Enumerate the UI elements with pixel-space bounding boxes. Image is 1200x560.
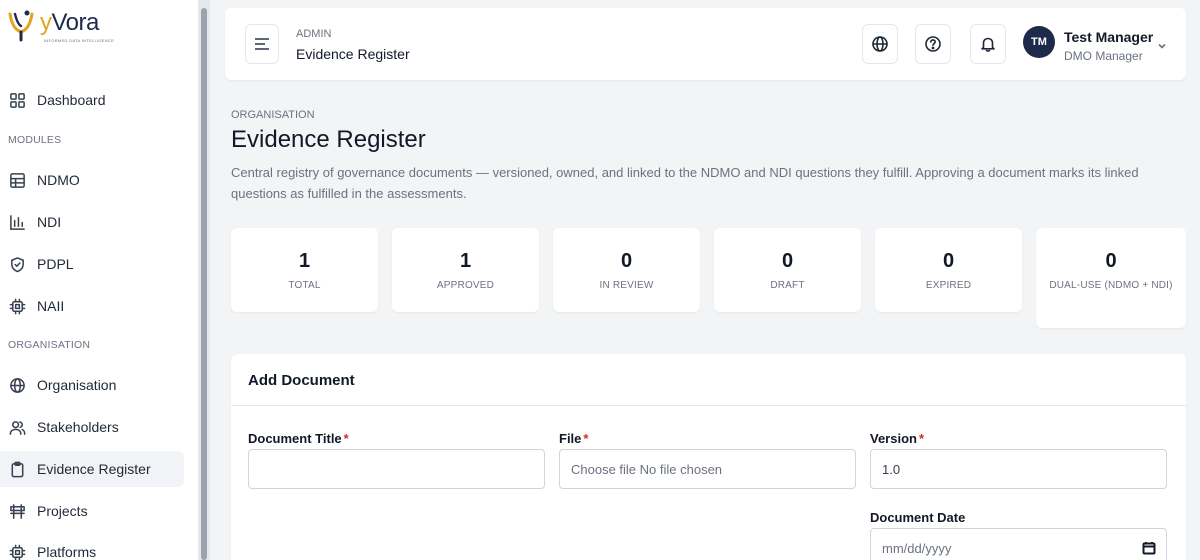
sidebar-item-dashboard[interactable]: Dashboard [0,82,184,118]
card-title: Add Document [248,372,355,389]
sidebar-item-label: Platforms [37,544,97,560]
stat-card-approved: 1 APPROVED [392,228,539,312]
help-circle-icon [925,36,941,52]
stat-value: 0 [781,250,794,272]
sidebar-item-pdpl[interactable]: PDPL [0,246,184,282]
stat-label: IN REVIEW [599,280,654,291]
stat-card-in-review: 0 IN REVIEW [553,228,700,312]
user-name[interactable]: Test Manager [1064,29,1153,45]
language-button[interactable] [862,24,898,64]
sidebar-item-ndmo[interactable]: NDMO [0,162,184,198]
required-marker: * [918,431,925,446]
user-role: DMO Manager [1064,49,1143,63]
document-title-input[interactable] [260,461,533,477]
stat-value: 1 [459,250,472,272]
version-label: Version * [870,431,925,446]
page-title: Evidence Register [231,126,426,153]
required-marker: * [583,431,589,446]
sidebar-item-label: NDI [37,214,62,230]
sidebar-item-platforms[interactable]: Platforms [0,534,184,560]
sidebar-item-label: Stakeholders [37,419,119,435]
help-button[interactable] [915,24,951,64]
document-date-placeholder: mm/dd/yyyy [882,540,952,556]
yvora-logo-icon [8,10,34,42]
file-label: File * [559,431,589,446]
grid-table-icon [8,171,26,189]
card-divider [231,405,1186,406]
stat-card-draft: 0 DRAFT [714,228,861,312]
required-marker: * [343,431,349,446]
sidebar-item-stakeholders[interactable]: Stakeholders [0,409,184,445]
add-document-card: Add Document Document Title * File * Choos… [231,354,1186,560]
top-header: ADMIN Evidence Register TM Test Manager … [225,8,1186,80]
users-icon [8,418,26,436]
stat-card-total: 1 TOTAL [231,228,378,312]
sidebar-item-label: Projects [37,503,88,519]
brand-name: yVora [40,9,99,36]
sidebar-item-projects[interactable]: Projects [0,493,184,529]
user-avatar[interactable]: TM [1023,26,1055,58]
chevron-down-icon [1158,43,1166,49]
brand-tagline: INFORMED DATA INTELLIGENCE [44,38,115,43]
bell-icon [981,37,995,52]
stat-value: 0 [620,250,633,272]
document-title-label: Document Title * [248,431,349,446]
clipboard-icon [8,460,26,478]
stat-value: 0 [1105,250,1117,272]
section-label-organisation: ORGANISATION [8,339,91,351]
notifications-button[interactable] [970,24,1006,64]
document-date-label: Document Date [870,510,966,525]
stat-label: DUAL-USE (NDMO + NDI) [1049,280,1173,291]
sidebar-item-label: Organisation [37,377,117,393]
file-picker-text: Choose file No file chosen [571,461,723,477]
sidebar-item-label: Evidence Register [37,461,151,477]
breadcrumb-parent: ADMIN [296,28,332,40]
sidebar-item-evidence-register[interactable]: Evidence Register [0,451,184,487]
sidebar-item-organisation[interactable]: Organisation [0,367,184,403]
stat-value: 0 [942,250,955,272]
calendar-icon[interactable] [1142,541,1156,555]
breadcrumb-current: Evidence Register [296,46,410,62]
menu-toggle-button[interactable] [245,24,279,64]
file-picker[interactable]: Choose file No file chosen [559,449,856,489]
sidebar-scrollbar-thumb[interactable] [201,8,207,560]
sidebar: yVora INFORMED DATA INTELLIGENCE Dashboa… [0,0,198,560]
bar-chart-icon [8,213,26,231]
globe-icon [8,376,26,394]
sidebar-item-ndi[interactable]: NDI [0,204,184,240]
sidebar-item-label: Dashboard [37,92,106,108]
shield-check-icon [8,255,26,273]
stat-label: TOTAL [288,280,321,291]
sidebar-item-label: PDPL [37,256,74,272]
page-description: Central registry of governance documents… [231,165,1139,201]
stat-value: 1 [298,250,311,272]
sidebar-item-label: NAII [37,298,65,314]
chip-icon [8,543,26,560]
hamburger-icon [255,38,269,50]
stat-card-expired: 0 EXPIRED [875,228,1022,312]
stat-label: APPROVED [436,280,495,291]
stat-label: DRAFT [770,280,805,291]
page-eyebrow: ORGANISATION [231,109,315,121]
globe-icon [872,36,888,52]
signpost-icon [8,502,26,520]
sidebar-item-label: NDMO [37,172,80,188]
chip-icon [8,297,26,315]
section-label-modules: MODULES [8,134,62,146]
document-title-field[interactable] [248,449,545,489]
version-input[interactable] [882,461,1155,477]
document-date-field[interactable]: mm/dd/yyyy [870,528,1167,560]
version-field[interactable] [870,449,1167,489]
stat-label: EXPIRED [925,280,972,291]
stat-card-dual-use: 0 DUAL-USE (NDMO + NDI) [1036,228,1186,328]
dashboard-grid-icon [8,91,26,109]
user-menu-chevron[interactable] [1157,38,1167,49]
sidebar-item-naii[interactable]: NAII [0,288,184,324]
